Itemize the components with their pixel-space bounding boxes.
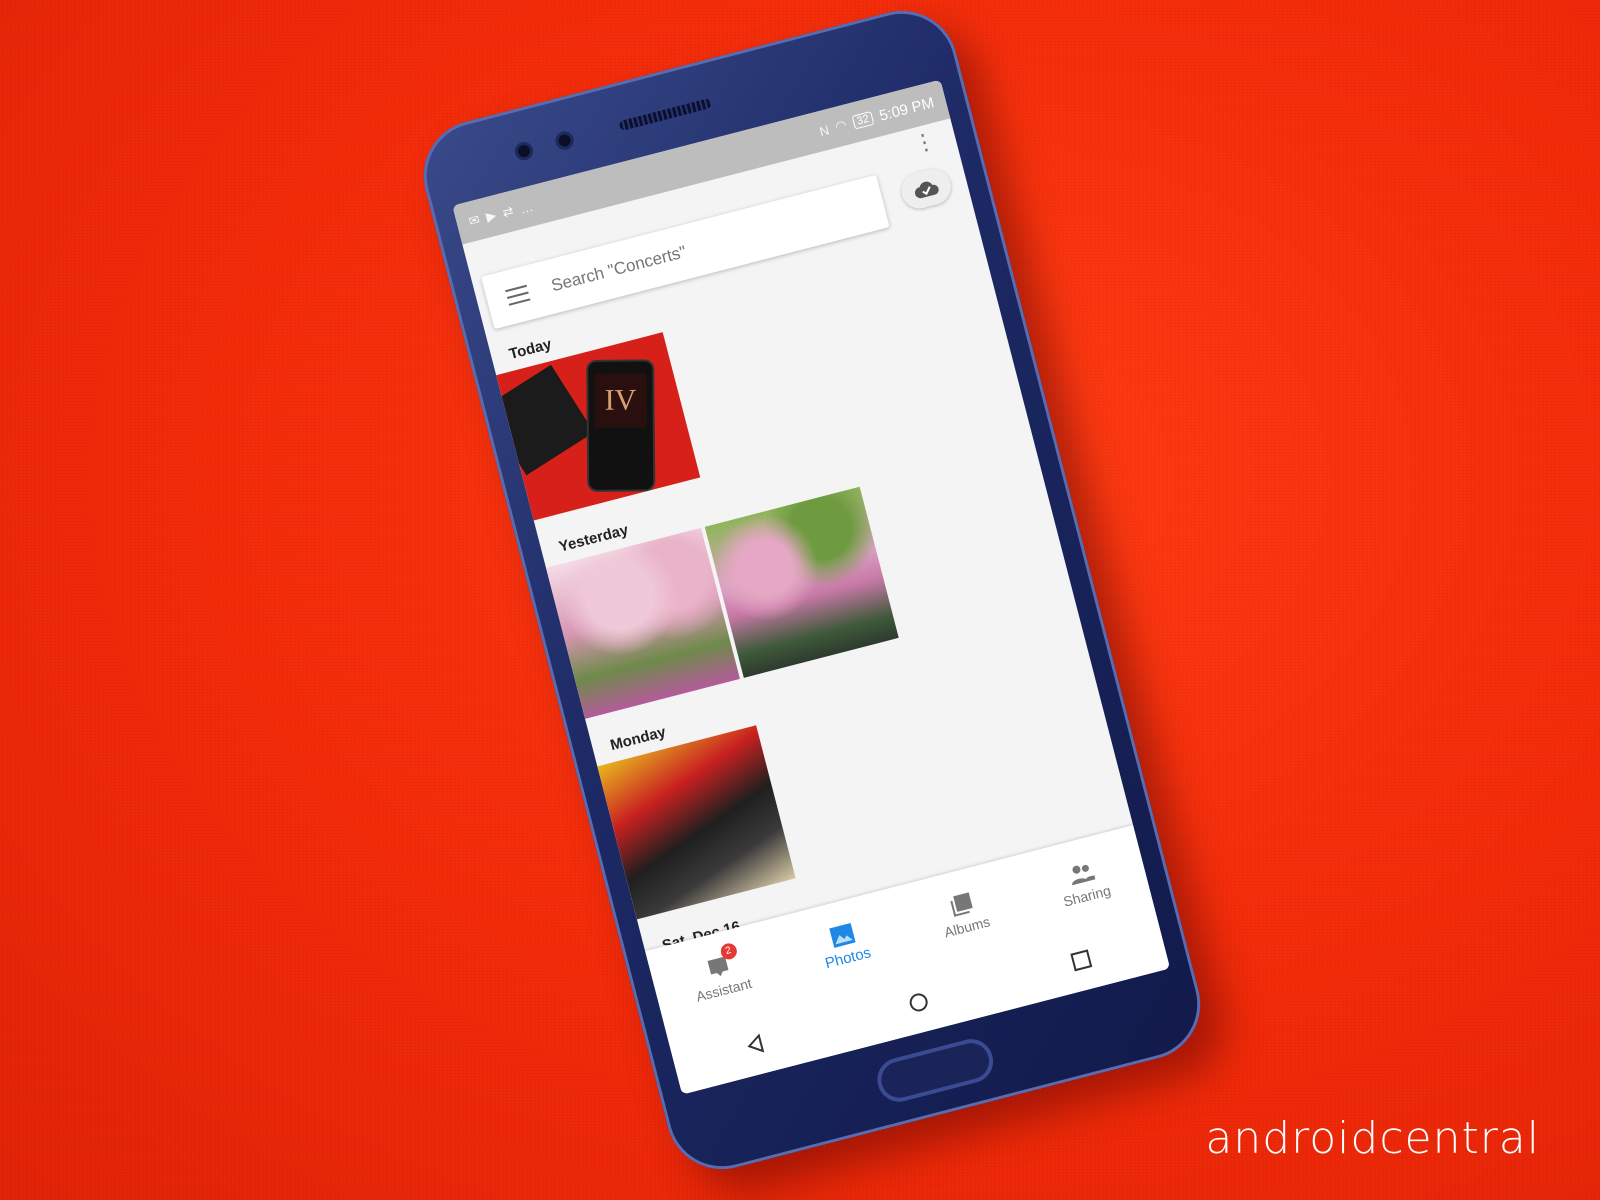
recents-icon[interactable] xyxy=(1068,947,1095,974)
overflow-menu-icon[interactable]: ⋮ xyxy=(911,127,939,157)
front-sensor-icon xyxy=(553,129,576,152)
clock: 5:09 PM xyxy=(877,93,936,125)
back-icon[interactable] xyxy=(743,1031,770,1058)
nav-albums[interactable]: Albums xyxy=(936,888,992,940)
photo-thumbnail[interactable]: IV xyxy=(496,332,701,521)
androidcentral-watermark: androidcentral xyxy=(1205,1113,1540,1164)
notification-icons: ✉ ▶ ⇄ … xyxy=(467,198,535,230)
nav-photos[interactable]: Photos xyxy=(817,918,873,972)
hamburger-menu-icon[interactable] xyxy=(505,284,531,306)
photos-icon xyxy=(828,921,857,948)
sync-icon: ⇄ xyxy=(500,202,516,221)
home-icon[interactable] xyxy=(905,989,932,1016)
backup-status-button[interactable] xyxy=(897,164,955,213)
nav-label: Albums xyxy=(942,913,992,941)
photo-thumbnail[interactable] xyxy=(545,527,740,719)
photo-thumbnail[interactable] xyxy=(597,725,796,920)
assistant-icon: 2 xyxy=(704,941,739,981)
more-notifications-icon: … xyxy=(518,198,535,217)
albums-icon xyxy=(947,891,976,918)
play-store-icon: ▶ xyxy=(484,207,498,225)
nfc-icon: N xyxy=(817,121,831,139)
battery-icon: 32 xyxy=(851,110,875,130)
fingerprint-home-button xyxy=(872,1034,998,1107)
mail-icon: ✉ xyxy=(466,211,482,229)
earpiece-speaker xyxy=(618,97,713,132)
album-art-text: IV xyxy=(594,373,647,428)
nav-label: Sharing xyxy=(1061,882,1113,910)
cloud-done-icon xyxy=(914,181,939,199)
nav-assistant[interactable]: 2 Assistant xyxy=(688,941,754,1005)
sharing-icon xyxy=(1067,860,1096,887)
nav-sharing[interactable]: Sharing xyxy=(1055,857,1112,910)
wifi-icon: ◠ xyxy=(833,116,849,135)
nav-label: Assistant xyxy=(694,974,754,1005)
nav-label: Photos xyxy=(823,943,873,972)
photo-thumbnail[interactable] xyxy=(704,486,899,678)
front-camera-icon xyxy=(512,140,535,163)
